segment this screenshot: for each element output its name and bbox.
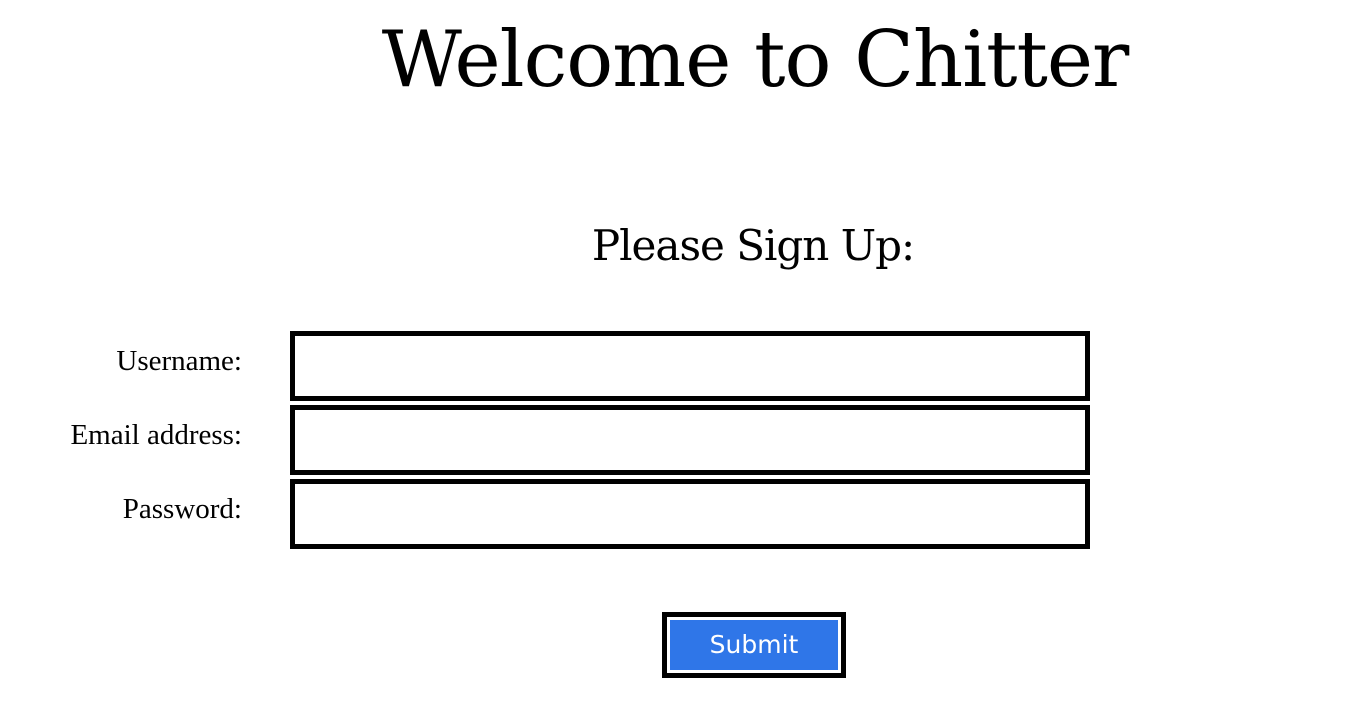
- password-input[interactable]: [290, 479, 1090, 549]
- password-label: Password:: [122, 493, 242, 525]
- signup-heading: Please Sign Up:: [591, 221, 915, 270]
- submit-button[interactable]: Submit: [662, 612, 846, 678]
- password-row: Password:: [0, 479, 1352, 553]
- submit-label: Submit: [670, 620, 838, 670]
- signup-form: Username: Email address: Password:: [0, 331, 1352, 553]
- username-row: Username:: [0, 331, 1352, 405]
- signup-page: Welcome to Chitter Please Sign Up: Usern…: [0, 0, 1352, 710]
- username-label: Username:: [116, 345, 242, 377]
- email-input[interactable]: [290, 405, 1090, 475]
- username-input[interactable]: [290, 331, 1090, 401]
- page-title: Welcome to Chitter: [381, 15, 1130, 105]
- email-label: Email address:: [70, 419, 242, 451]
- email-row: Email address:: [0, 405, 1352, 479]
